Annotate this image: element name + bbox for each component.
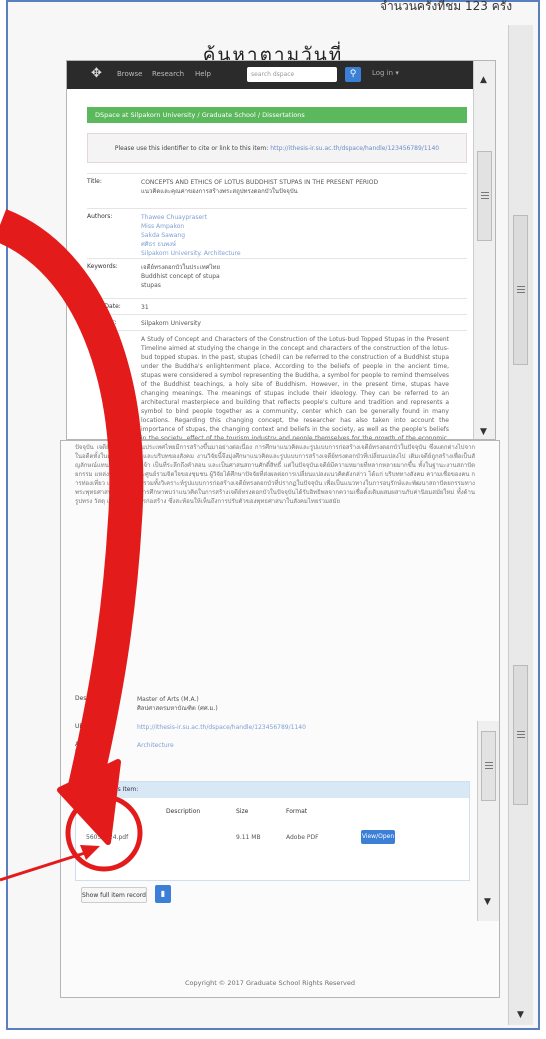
thai-abstract-text: ปัจจุบัน เจดีย์ทรงดอกบัวในประเทศไทยมีการ… (75, 444, 475, 505)
col-format-header: Format (286, 808, 308, 815)
uri-link[interactable]: http://ithesis-ir.su.ac.th/dspace/handle… (137, 723, 457, 732)
nav-link-help[interactable]: Help (195, 70, 211, 78)
collection-link[interactable]: Architecture (137, 741, 457, 750)
inner-scroll-thumb[interactable] (481, 731, 496, 801)
scroll-down-arrow-icon[interactable]: ▼ (484, 897, 491, 907)
meta-label-publisher: Publisher: (87, 319, 117, 326)
file-size: 9.11 MB (236, 834, 261, 841)
upper-frame-screenshot: ✥ Browse Research Help search dspace ⚲ L… (66, 60, 496, 440)
scroll-down-arrow-icon[interactable]: ▼ (517, 1010, 524, 1020)
bar-chart-icon[interactable]: ▮ (155, 885, 171, 903)
nav-link-research[interactable]: Research (152, 70, 184, 78)
keyword: Buddhist concept of stupa (141, 273, 220, 280)
outer-scroll-thumb-lower[interactable] (513, 665, 528, 805)
abstract-text: A Study of Concept and Characters of the… (141, 336, 449, 440)
search-input[interactable]: search dspace (247, 67, 337, 82)
col-file-header: File (86, 808, 97, 815)
search-icon[interactable]: ⚲ (345, 67, 361, 82)
meta-title-line: แนวคิดและคุณค่าของการสร้างพระสถูปทรงดอกบ… (141, 188, 298, 195)
cite-alert: Please use this identifier to cite or li… (87, 133, 467, 163)
grid-logo-icon[interactable]: ✥ (91, 67, 105, 81)
view-open-button[interactable]: View/Open (361, 830, 395, 844)
meta-row-keywords: Keywords: เจดีย์ทรงดอกบัวในประเทศไทย Bud… (87, 258, 467, 299)
outer-scroll-thumb[interactable] (513, 215, 528, 365)
degree-line: Master of Arts (M.A.) (137, 696, 199, 703)
author-link[interactable]: Silpakorn University. Architecture (141, 249, 461, 258)
author-link[interactable]: Miss Ampakon (141, 222, 461, 231)
navbar: ✥ Browse Research Help search dspace ⚲ L… (67, 61, 495, 89)
meta-row-issue-date: Issue Date: 31 (87, 298, 467, 315)
meta-label-issue-date: Issue Date: (87, 303, 121, 310)
lower-frame-screenshot: ปัจจุบัน เจดีย์ทรงดอกบัวในประเทศไทยมีการ… (60, 440, 500, 998)
files-panel: Files in This Item: File Description Siz… (75, 781, 470, 881)
keyword: เจดีย์ทรงดอกบัวในประเทศไทย (141, 264, 220, 271)
keyword: stupas (141, 282, 161, 289)
col-description-header: Description (166, 808, 201, 815)
nav-link-browse[interactable]: Browse (117, 70, 143, 78)
outer-scrollbar[interactable]: ▼ (508, 25, 533, 1025)
meta-row-publisher: Publisher: Silpakorn University (87, 314, 467, 331)
breadcrumb: DSpace at Silpakorn University / Graduat… (87, 107, 467, 123)
degree-label: Description: (75, 695, 112, 702)
uri-label: URI: (75, 723, 88, 730)
show-full-record-button[interactable]: Show full item record (81, 887, 147, 903)
files-panel-title: Files in This Item: (76, 782, 469, 798)
visit-count: จำนวนครั้งที่ชม 123 ครั้ง (380, 0, 513, 13)
meta-label-abstract: Abstract: (87, 335, 115, 342)
meta-label-title: Title: (87, 178, 102, 185)
meta-label-keywords: Keywords: (87, 263, 118, 270)
meta-title-line: CONCEPTS AND ETHICS OF LOTUS BUDDHIST ST… (141, 179, 379, 186)
author-link[interactable]: Sakda Sawang (141, 231, 461, 240)
footer-copyright: Copyright © 2017 Graduate School Rights … (184, 979, 355, 987)
meta-label-authors: Authors: (87, 213, 113, 220)
file-name-link[interactable]: 56057324.pdf (86, 834, 128, 841)
meta-row-authors: Authors: Thawee Chuayprasert Miss Ampako… (87, 208, 467, 259)
meta-row-title: Title: CONCEPTS AND ETHICS OF LOTUS BUDD… (87, 173, 467, 209)
login-menu[interactable]: Log in ▾ (372, 69, 399, 77)
cite-alert-text: Please use this identifier to cite or li… (114, 145, 269, 152)
col-size-header: Size (236, 808, 249, 815)
issue-date-value: 31 (141, 304, 149, 311)
scroll-up-arrow-icon[interactable]: ▲ (480, 75, 487, 85)
cite-link[interactable]: http://ithesis-ir.su.ac.th/dspace/handle… (270, 145, 439, 152)
publisher-value: Silpakorn University (141, 320, 201, 327)
file-format: Adobe PDF (286, 834, 319, 841)
author-link[interactable]: Thawee Chuayprasert (141, 213, 461, 222)
author-link[interactable]: ศศิธร ธนพงษ์ (141, 240, 461, 249)
collection-label: Appears in Collections: (75, 741, 110, 755)
scroll-down-arrow-icon[interactable]: ▼ (480, 427, 487, 437)
inner-scroll-thumb[interactable] (477, 151, 492, 241)
upper-inner-scrollbar[interactable]: ▲ ▼ (473, 61, 495, 439)
degree-line: ศิลปศาสตรมหาบัณฑิต (ศศ.ม.) (137, 705, 218, 712)
lower-inner-scrollbar[interactable]: ▼ (477, 721, 499, 921)
